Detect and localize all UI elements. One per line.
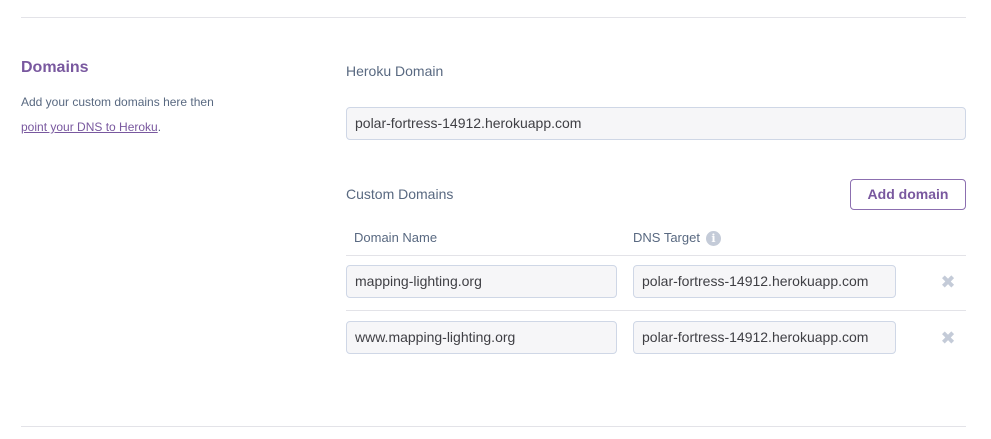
section-description: Add your custom domains here then point … — [21, 90, 301, 140]
domain-name-field[interactable]: mapping-lighting.org — [346, 265, 617, 298]
column-header-domain-name: Domain Name — [354, 230, 438, 245]
dns-target-field[interactable]: polar-fortress-14912.herokuapp.com — [633, 321, 896, 354]
section-sidebar: Domains Add your custom domains here the… — [21, 58, 301, 140]
table-row-divider — [346, 310, 966, 311]
dns-help-link[interactable]: point your DNS to Heroku — [21, 120, 158, 134]
section-title: Domains — [21, 59, 89, 76]
column-header-dns-target: DNS Target i — [633, 229, 721, 247]
custom-domains-label: Custom Domains — [346, 186, 454, 202]
top-divider — [21, 17, 966, 18]
add-domain-button[interactable]: Add domain — [850, 179, 966, 210]
domain-name-field[interactable]: www.mapping-lighting.org — [346, 321, 617, 354]
close-icon[interactable]: ✖ — [940, 329, 956, 347]
heroku-domain-label: Heroku Domain — [346, 63, 444, 79]
heroku-domain-field[interactable]: polar-fortress-14912.herokuapp.com — [346, 107, 966, 140]
section-description-suffix: . — [157, 120, 162, 134]
column-header-dns-target-label: DNS Target — [633, 230, 700, 245]
dns-target-field[interactable]: polar-fortress-14912.herokuapp.com — [633, 265, 896, 298]
info-icon[interactable]: i — [705, 231, 721, 247]
table-row-divider — [346, 255, 966, 256]
bottom-divider — [21, 426, 966, 427]
close-icon[interactable]: ✖ — [940, 273, 956, 291]
section-description-text: Add your custom domains here then — [21, 95, 214, 109]
